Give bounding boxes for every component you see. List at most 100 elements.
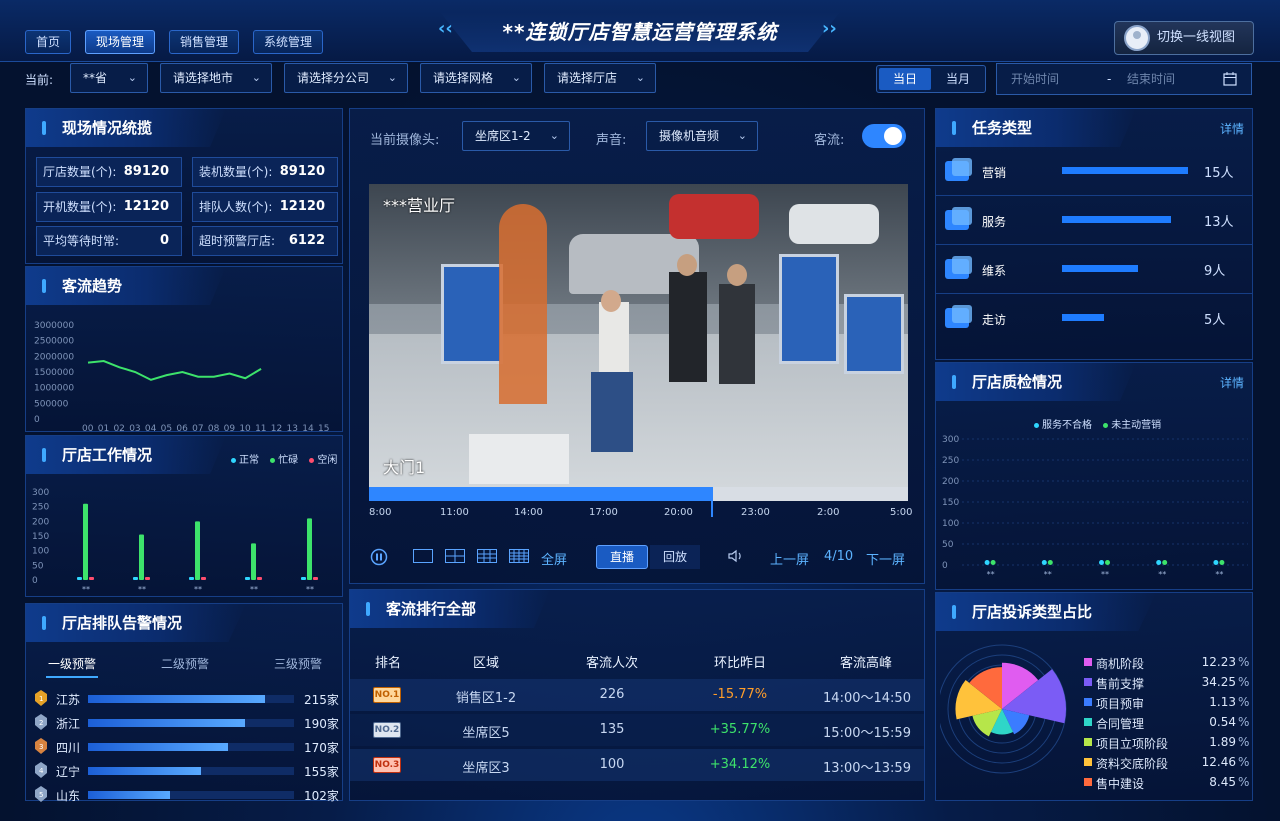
bar-未主动营销 <box>1105 560 1110 565</box>
cell-peak: 13:00～13:59 <box>823 761 911 776</box>
playback-timeline[interactable] <box>369 487 908 517</box>
calendar-icon <box>1223 72 1237 86</box>
pause-icon[interactable] <box>370 548 388 566</box>
tab-level-1[interactable]: 一级预警 <box>48 655 96 672</box>
chevron-down-icon: ⌄ <box>251 71 261 84</box>
y-tick-label: 250 <box>32 503 49 513</box>
nav-sales-management[interactable]: 销售管理 <box>169 30 239 54</box>
legend-label: 资料交底阶段 <box>1096 757 1169 771</box>
chevron-down-icon: ⌄ <box>127 71 137 84</box>
x-tick-label: ** <box>82 585 90 594</box>
playback-button[interactable]: 回放 <box>650 545 700 569</box>
x-tick-label: 04 <box>145 424 157 431</box>
chevron-down-icon: ⌄ <box>387 71 397 84</box>
quality-detail-link[interactable]: 详情 <box>1220 374 1244 391</box>
bar-空闲 <box>145 577 150 580</box>
date-range-picker[interactable]: 开始时间 - 结束时间 <box>996 63 1252 95</box>
col-area-header: 区域 <box>472 656 499 671</box>
task-name: 走访 <box>982 313 1007 327</box>
legend-swatch <box>1084 778 1092 786</box>
layout-1-icon[interactable] <box>413 549 433 563</box>
active-tab-indicator <box>46 676 98 678</box>
x-tick-label: 12 <box>271 424 282 431</box>
traffic-trend-chart: 3000000 2500000 2000000 1500000 1000000 50000… <box>34 321 329 431</box>
camera-select[interactable]: 坐席区1-2 ⌄ <box>462 121 570 151</box>
period-day-button[interactable]: 当日 <box>879 68 931 90</box>
visit-icon <box>944 304 974 330</box>
volume-icon[interactable] <box>728 549 744 563</box>
grid-select[interactable]: 请选择网格 ⌄ <box>420 63 532 93</box>
x-tick-label: 02 <box>113 424 124 431</box>
layout-9-icon[interactable] <box>477 549 497 563</box>
alert-bar-track <box>88 767 294 775</box>
quality-title: 厅店质检情况 <box>936 363 1136 401</box>
svg-text:3: 3 <box>39 743 43 751</box>
hall-select[interactable]: 请选择厅店 ⌄ <box>544 63 656 93</box>
bar-正常 <box>189 577 194 580</box>
x-tick-label: ** <box>1044 570 1052 579</box>
legend-unit: % <box>1238 675 1250 689</box>
svg-text:2: 2 <box>39 719 43 727</box>
alert-bar-track <box>88 719 294 727</box>
page-title: **连锁厅店智慧运营管理系统 <box>440 12 840 52</box>
province-select[interactable]: **省 ⌄ <box>70 63 148 93</box>
bar-空闲 <box>89 577 94 580</box>
task-detail-link[interactable]: 详情 <box>1220 120 1244 137</box>
fullscreen-button[interactable]: 全屏 <box>541 549 567 568</box>
current-label: 当前: <box>25 73 54 87</box>
layout-4-icon[interactable] <box>445 549 465 563</box>
svg-text:4: 4 <box>39 767 44 775</box>
y-tick-label: 50 <box>942 540 954 550</box>
region-name: 四川 <box>56 741 81 755</box>
rank-badge: NO.2 <box>373 722 401 738</box>
flow-toggle[interactable] <box>862 124 906 148</box>
period-toggle: 当日 当月 <box>876 65 986 93</box>
legend-label: 商机阶段 <box>1096 657 1145 671</box>
quality-panel: 厅店质检情况 详情 服务不合格 未主动营销 300 250 200 150 100 50 0… <box>935 362 1253 590</box>
x-tick-label: 05 <box>161 424 172 431</box>
x-tick-label: 07 <box>192 424 203 431</box>
nav-site-management[interactable]: 现场管理 <box>85 30 155 54</box>
divider <box>936 195 1252 196</box>
legend-value: 8.45 <box>1209 775 1236 789</box>
hall-work-title: 厅店工作情况 <box>26 436 226 474</box>
y-tick-label: 100 <box>942 519 959 529</box>
timeline-label: 5:00 <box>890 507 913 518</box>
alert-count: 170家 <box>304 741 339 755</box>
y-tick-label: 0 <box>34 415 40 425</box>
task-bar <box>1062 314 1104 321</box>
tab-level-2[interactable]: 二级预警 <box>161 655 209 672</box>
x-tick-label: 03 <box>129 424 140 431</box>
legend-value: 34.25 <box>1201 675 1236 689</box>
branch-select[interactable]: 请选择分公司 ⌄ <box>284 63 408 93</box>
end-time-input[interactable]: 结束时间 <box>1127 64 1175 94</box>
region-name: 江苏 <box>56 693 81 707</box>
medal-icon: 2 <box>34 714 48 730</box>
legend-swatch <box>1084 698 1092 706</box>
ranking-title: 客流排行全部 <box>350 590 550 628</box>
timeline-cursor[interactable] <box>711 487 713 517</box>
audio-select[interactable]: 摄像机音频 ⌄ <box>646 121 758 151</box>
prev-screen-button[interactable]: 上一屏 <box>770 549 809 568</box>
legend-unit: % <box>1238 715 1250 729</box>
next-screen-button[interactable]: 下一屏 <box>866 549 905 568</box>
timeline-label: 20:00 <box>664 507 693 518</box>
camera-video-feed[interactable]: ***营业厅 大门1 <box>369 184 908 487</box>
start-time-input[interactable]: 开始时间 <box>1011 64 1059 94</box>
nav-system-management[interactable]: 系统管理 <box>253 30 323 54</box>
legend-unit: % <box>1238 775 1250 789</box>
bar-服务不合格 <box>984 560 990 565</box>
tab-level-3[interactable]: 三级预警 <box>274 655 322 672</box>
cell-count: 226 <box>599 687 625 702</box>
legend-label: 项目预审 <box>1096 697 1145 711</box>
alert-bar-track <box>88 743 294 751</box>
layout-16-icon[interactable] <box>509 549 529 563</box>
city-select[interactable]: 请选择地市 ⌄ <box>160 63 272 93</box>
period-month-button[interactable]: 当月 <box>932 68 984 90</box>
nav-home[interactable]: 首页 <box>25 30 71 54</box>
bar-未主动营销 <box>990 560 996 565</box>
live-button[interactable]: 直播 <box>596 545 648 569</box>
x-tick-label: 06 <box>176 424 188 431</box>
divider <box>936 244 1252 245</box>
legend-idle: 空闲 <box>309 455 337 466</box>
